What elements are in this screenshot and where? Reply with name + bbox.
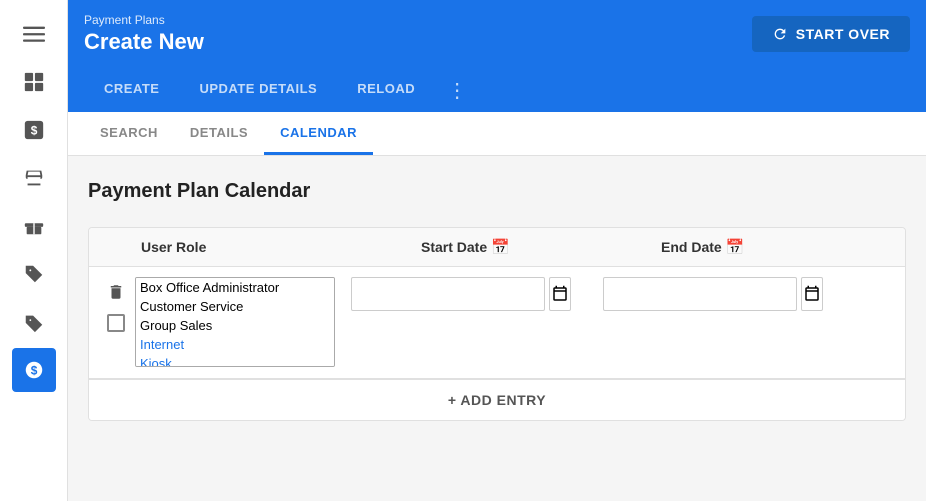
option-group-sales[interactable]: Group Sales [136,316,334,335]
start-over-label: START OVER [796,26,890,42]
start-date-calendar-button[interactable] [549,277,571,311]
option-box-office[interactable]: Box Office Administrator [136,278,334,297]
sidebar-item-gift[interactable] [12,204,56,248]
user-role-select[interactable]: Box Office Administrator Customer Servic… [135,277,335,367]
end-date-input-wrap [603,277,823,311]
delete-row-button[interactable] [105,281,127,306]
start-date-input-wrap [351,277,571,311]
option-internet[interactable]: Internet [136,335,334,354]
tab-update-details[interactable]: UPDATE DETAILS [179,69,337,111]
end-date-calendar-button[interactable] [801,277,823,311]
col-header-end-date: End Date 📅 [661,238,889,256]
sidebar-item-payment[interactable]: $ [12,348,56,392]
sidebar-item-dollar[interactable]: $ [12,108,56,152]
calendar-icon-start: 📅 [491,238,510,256]
sidebar: $ $ [0,0,68,501]
end-date-input[interactable] [603,277,797,311]
user-role-column: Box Office Administrator Customer Servic… [135,277,335,368]
sidebar-item-menu[interactable] [12,12,56,56]
sub-tab-details[interactable]: DETAILS [174,113,264,155]
option-kiosk[interactable]: Kiosk [136,354,334,367]
add-entry-bar[interactable]: + ADD ENTRY [89,379,905,420]
table-row: Box Office Administrator Customer Servic… [89,267,905,379]
option-customer-service[interactable]: Customer Service [136,297,334,316]
svg-text:$: $ [30,124,37,138]
sub-tab-calendar[interactable]: CALENDAR [264,113,373,155]
start-over-button[interactable]: START OVER [752,16,910,52]
main-content: Payment Plans Create New START OVER CREA… [68,0,926,501]
tab-reload[interactable]: RELOAD [337,69,435,111]
row-actions [105,277,127,332]
row-checkbox[interactable] [107,314,125,332]
sidebar-item-store[interactable] [12,156,56,200]
refresh-icon [772,26,788,42]
sidebar-item-dashboard[interactable] [12,60,56,104]
content-area: Payment Plan Calendar User Role Start Da… [68,156,926,501]
tab-bar: CREATE UPDATE DETAILS RELOAD ⋮ [68,68,926,112]
calendar-icon [551,285,569,303]
more-options-icon[interactable]: ⋮ [435,70,479,111]
trash-icon [107,283,125,301]
sidebar-item-tag2[interactable] [12,300,56,344]
page-title: Create New [84,29,204,55]
breadcrumb: Payment Plans [84,13,204,27]
sub-tab-bar: SEARCH DETAILS CALENDAR [68,112,926,156]
tab-create[interactable]: CREATE [84,69,179,111]
col-header-start-date: Start Date 📅 [421,238,661,256]
col-header-user-role: User Role [141,239,421,255]
sub-tab-search[interactable]: SEARCH [84,113,174,155]
header-left: Payment Plans Create New [84,13,204,55]
top-header: Payment Plans Create New START OVER [68,0,926,68]
svg-text:$: $ [30,364,37,378]
table-header: User Role Start Date 📅 End Date 📅 [89,228,905,267]
start-date-input[interactable] [351,277,545,311]
calendar-table: User Role Start Date 📅 End Date 📅 [88,227,906,421]
section-title: Payment Plan Calendar [88,180,906,203]
calendar-icon-end: 📅 [726,238,745,256]
calendar-icon-end [803,285,821,303]
sidebar-item-tag[interactable] [12,252,56,296]
